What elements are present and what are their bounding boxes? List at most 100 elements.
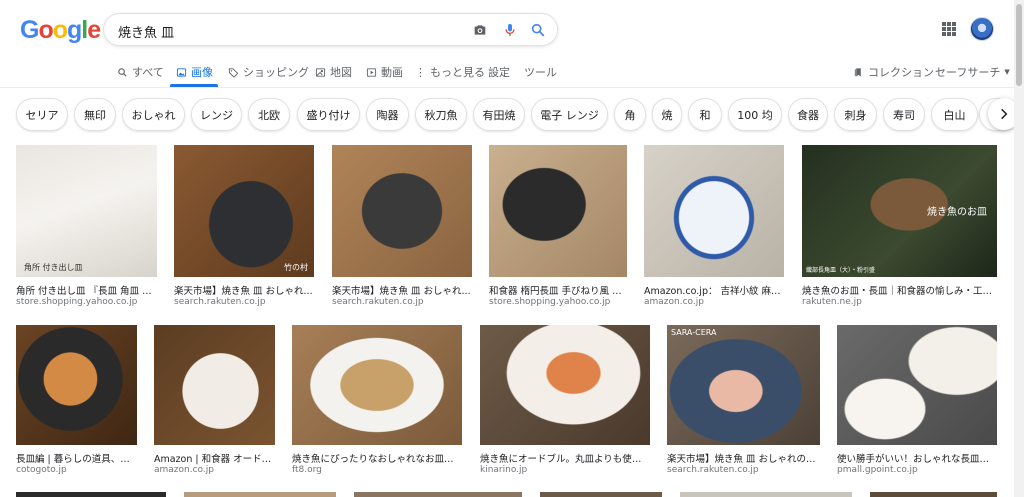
filter-chip[interactable]: 食器 xyxy=(788,98,828,131)
filter-chip[interactable]: 北欧 xyxy=(248,98,290,131)
result-source[interactable]: search.rakuten.co.jp xyxy=(332,297,472,307)
account-avatar[interactable] xyxy=(970,17,994,41)
image-result[interactable]: SARA-CERA 楽天市場】焼き魚 皿 おしゃれの通販 search.rakute… xyxy=(667,325,820,479)
filter-chip[interactable]: レンジ xyxy=(191,98,242,131)
result-thumbnail-partial[interactable] xyxy=(870,492,997,497)
result-caption[interactable]: 長皿編 | 暮らしの道具、衛... xyxy=(16,451,137,465)
image-result[interactable]: 楽天市場】焼き魚 皿 おしゃれ... search.rakuten.co.jp xyxy=(332,145,472,311)
result-caption[interactable]: Amazon.co.jp： 吉祥小紋 麻の... xyxy=(644,283,784,297)
image-result[interactable]: 焼き魚にぴったりなおしゃれなお皿お... ft8.org xyxy=(292,325,462,479)
camera-icon[interactable] xyxy=(472,22,488,38)
result-source[interactable]: rakuten.ne.jp xyxy=(802,297,997,307)
result-source[interactable]: store.shopping.yahoo.co.jp xyxy=(489,297,627,307)
result-source[interactable]: amazon.co.jp xyxy=(154,465,275,475)
tab-more[interactable]: ⋮ もっと見る xyxy=(415,64,485,80)
result-thumbnail[interactable] xyxy=(837,325,997,445)
result-caption[interactable]: 焼き魚にオードブル。丸皿よりも使い... xyxy=(480,451,650,465)
result-thumbnail-partial[interactable] xyxy=(184,492,336,497)
result-source[interactable]: search.rakuten.co.jp xyxy=(667,465,820,475)
filter-chip[interactable]: 電子 レンジ xyxy=(531,98,608,131)
tab-settings[interactable]: 設定 xyxy=(488,64,510,80)
image-result[interactable]: 焼き魚のお皿 織部長角皿（大）・粉引盛焼き魚のお皿・長皿｜和食器の愉しみ・工芸..… xyxy=(802,145,997,311)
filter-chip[interactable]: 寿司 xyxy=(883,98,925,131)
result-source[interactable]: search.rakuten.co.jp xyxy=(174,297,314,307)
image-result[interactable]: 和食器 楕円長皿 手びねり風 29... store.shopping.yahoo… xyxy=(489,145,627,311)
result-thumbnail-partial[interactable] xyxy=(16,492,166,497)
result-thumbnail-partial[interactable] xyxy=(680,492,852,497)
tag-icon xyxy=(228,67,239,78)
filter-chip[interactable]: 角 xyxy=(614,98,646,131)
bookmark-icon xyxy=(854,67,861,77)
logo-letter: e xyxy=(87,16,101,44)
image-result[interactable]: 焼き魚にオードブル。丸皿よりも使い... kinarino.jp xyxy=(480,325,650,479)
image-result[interactable]: 竹の村楽天市場】焼き魚 皿 おしゃれ... search.rakuten.co.j… xyxy=(174,145,314,311)
search-icon[interactable] xyxy=(530,22,546,38)
result-thumbnail[interactable]: SARA-CERA xyxy=(667,325,820,445)
result-thumbnail[interactable] xyxy=(332,145,472,277)
image-result[interactable]: 長皿編 | 暮らしの道具、衛... cotogoto.jp xyxy=(16,325,137,479)
filter-chip[interactable]: 陶器 xyxy=(366,98,409,131)
tab-videos[interactable]: 動画 xyxy=(366,64,403,80)
result-thumbnail[interactable]: 竹の村 xyxy=(174,145,314,277)
result-caption[interactable]: 楽天市場】焼き魚 皿 おしゃれ... xyxy=(332,283,472,297)
result-caption[interactable]: 角所 付き出し皿 『長皿 角皿 焼... xyxy=(16,283,157,297)
result-caption[interactable]: 楽天市場】焼き魚 皿 おしゃれの通販 xyxy=(667,451,820,465)
filter-chip[interactable]: 秋刀魚 xyxy=(415,98,467,131)
result-caption[interactable]: Amazon | 和食器 オードブ... xyxy=(154,451,275,465)
tab-tools[interactable]: ツール xyxy=(524,64,557,80)
result-caption[interactable]: 焼き魚にぴったりなおしゃれなお皿お... xyxy=(292,451,462,465)
search-input[interactable]: 焼き魚 皿 xyxy=(118,22,174,41)
logo-letter: o xyxy=(38,16,53,44)
image-result[interactable]: 使い勝手がいい！おしゃれな長皿の... pmall.gpoint.co.jp xyxy=(837,325,997,479)
tab-tools-label: ツール xyxy=(524,66,557,79)
result-thumbnail[interactable] xyxy=(154,325,275,445)
filter-chip[interactable]: 白山 xyxy=(931,98,978,131)
result-thumbnail-partial[interactable] xyxy=(354,492,522,497)
filter-chip[interactable]: 焼 xyxy=(652,98,682,131)
result-caption[interactable]: 使い勝手がいい！おしゃれな長皿の... xyxy=(837,451,997,465)
refinement-chips: セリア 無印 おしゃれ レンジ 北欧 盛り付け 陶器 秋刀魚 有田焼 電子 レンジ角焼和 100 均… xyxy=(0,88,1024,142)
logo-letter: G xyxy=(20,16,39,44)
filter-chip[interactable]: おしゃれ xyxy=(122,98,185,131)
filter-chip[interactable]: 100 均 xyxy=(728,98,782,131)
result-thumbnail[interactable]: 角所 付き出し皿 xyxy=(16,145,157,277)
filter-chip[interactable]: 刺身 xyxy=(834,98,877,131)
scrollbar-thumb[interactable] xyxy=(1016,4,1022,86)
image-result[interactable]: Amazon.co.jp： 吉祥小紋 麻の... amazon.co.jp xyxy=(644,145,784,311)
result-source[interactable]: ft8.org xyxy=(292,465,462,475)
image-result[interactable]: Amazon | 和食器 オードブ... amazon.co.jp xyxy=(154,325,275,479)
safesearch-toggle[interactable]: セーフサーチ ▼ xyxy=(935,64,1010,80)
result-source[interactable]: amazon.co.jp xyxy=(644,297,784,307)
tab-images[interactable]: 画像 xyxy=(176,64,213,80)
result-source[interactable]: kinarino.jp xyxy=(480,465,650,475)
tab-videos-label: 動画 xyxy=(381,66,403,79)
result-thumbnail[interactable] xyxy=(489,145,627,277)
filter-chip[interactable]: 和 xyxy=(688,98,722,131)
result-thumbnail[interactable]: 焼き魚のお皿 織部長角皿（大）・粉引盛 xyxy=(802,145,997,277)
filter-chip[interactable]: 有田焼 xyxy=(473,98,525,131)
result-source[interactable]: cotogoto.jp xyxy=(16,465,137,475)
result-thumbnail-partial[interactable] xyxy=(540,492,662,497)
search-box[interactable]: 焼き魚 皿 xyxy=(103,13,558,46)
image-result[interactable]: 角所 付き出し皿角所 付き出し皿 『長皿 角皿 焼... store.shoppi… xyxy=(16,145,157,311)
result-thumbnail[interactable] xyxy=(292,325,462,445)
result-caption[interactable]: 焼き魚のお皿・長皿｜和食器の愉しみ・工芸... xyxy=(802,283,997,297)
tab-settings-label: 設定 xyxy=(488,66,510,79)
result-caption[interactable]: 和食器 楕円長皿 手びねり風 29... xyxy=(489,283,627,297)
tab-maps[interactable]: 地図 xyxy=(315,64,352,80)
filter-chip[interactable]: セリア xyxy=(16,98,68,131)
result-thumbnail[interactable] xyxy=(644,145,784,277)
result-thumbnail[interactable] xyxy=(480,325,650,445)
result-caption[interactable]: 楽天市場】焼き魚 皿 おしゃれ... xyxy=(174,283,314,297)
result-source[interactable]: pmall.gpoint.co.jp xyxy=(837,465,997,475)
google-logo[interactable]: Google xyxy=(20,16,101,45)
apps-grid-icon[interactable] xyxy=(942,22,956,36)
result-thumbnail[interactable] xyxy=(16,325,137,445)
tab-all[interactable]: すべて xyxy=(117,64,164,80)
filter-chip[interactable]: 無印 xyxy=(74,98,116,131)
collections-link[interactable]: コレクション xyxy=(853,64,934,80)
tab-shopping[interactable]: ショッピング xyxy=(228,64,309,80)
microphone-icon[interactable] xyxy=(502,22,518,38)
result-source[interactable]: store.shopping.yahoo.co.jp xyxy=(16,297,157,307)
filter-chip[interactable]: 盛り付け xyxy=(297,98,360,131)
